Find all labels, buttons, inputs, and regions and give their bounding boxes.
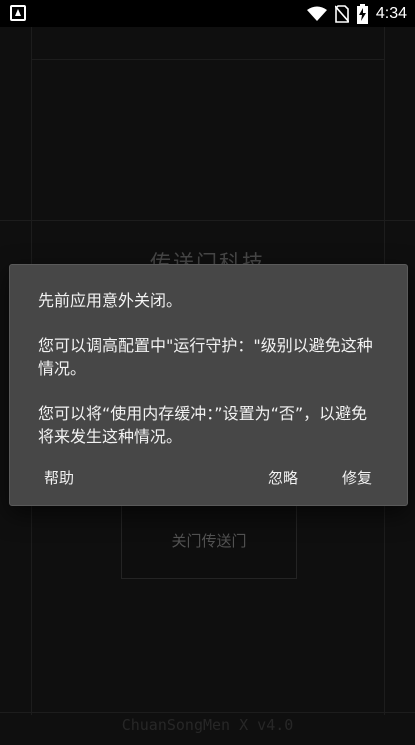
battery-charging-icon [356, 3, 368, 24]
wifi-icon [306, 6, 327, 21]
dialog-paragraph: 您可以将“使用内存缓冲：”设置为“否”，以避免将来发生这种情况。 [38, 404, 368, 446]
clock-time: 4:34 [375, 4, 407, 22]
status-icons: 4:34 [306, 0, 407, 27]
help-button[interactable]: 帮助 [38, 463, 80, 492]
repair-button[interactable]: 修复 [336, 463, 378, 492]
dialog-paragraph: 您可以调高配置中"运行守护："级别以避免这种情况。 [38, 336, 373, 378]
dialog-paragraph: 先前应用意外关闭。 [38, 291, 183, 310]
crash-recovery-dialog: 先前应用意外关闭。 您可以调高配置中"运行守护："级别以避免这种情况。 您可以将… [9, 264, 408, 506]
dialog-actions: 帮助 忽略 修复 [10, 463, 409, 491]
status-bar: 4:34 [0, 0, 415, 27]
dialog-message: 先前应用意外关闭。 您可以调高配置中"运行守护："级别以避免这种情况。 您可以将… [38, 289, 383, 470]
ignore-button[interactable]: 忽略 [262, 463, 304, 492]
app-notification-icon [10, 5, 26, 21]
no-sim-icon [334, 4, 349, 23]
